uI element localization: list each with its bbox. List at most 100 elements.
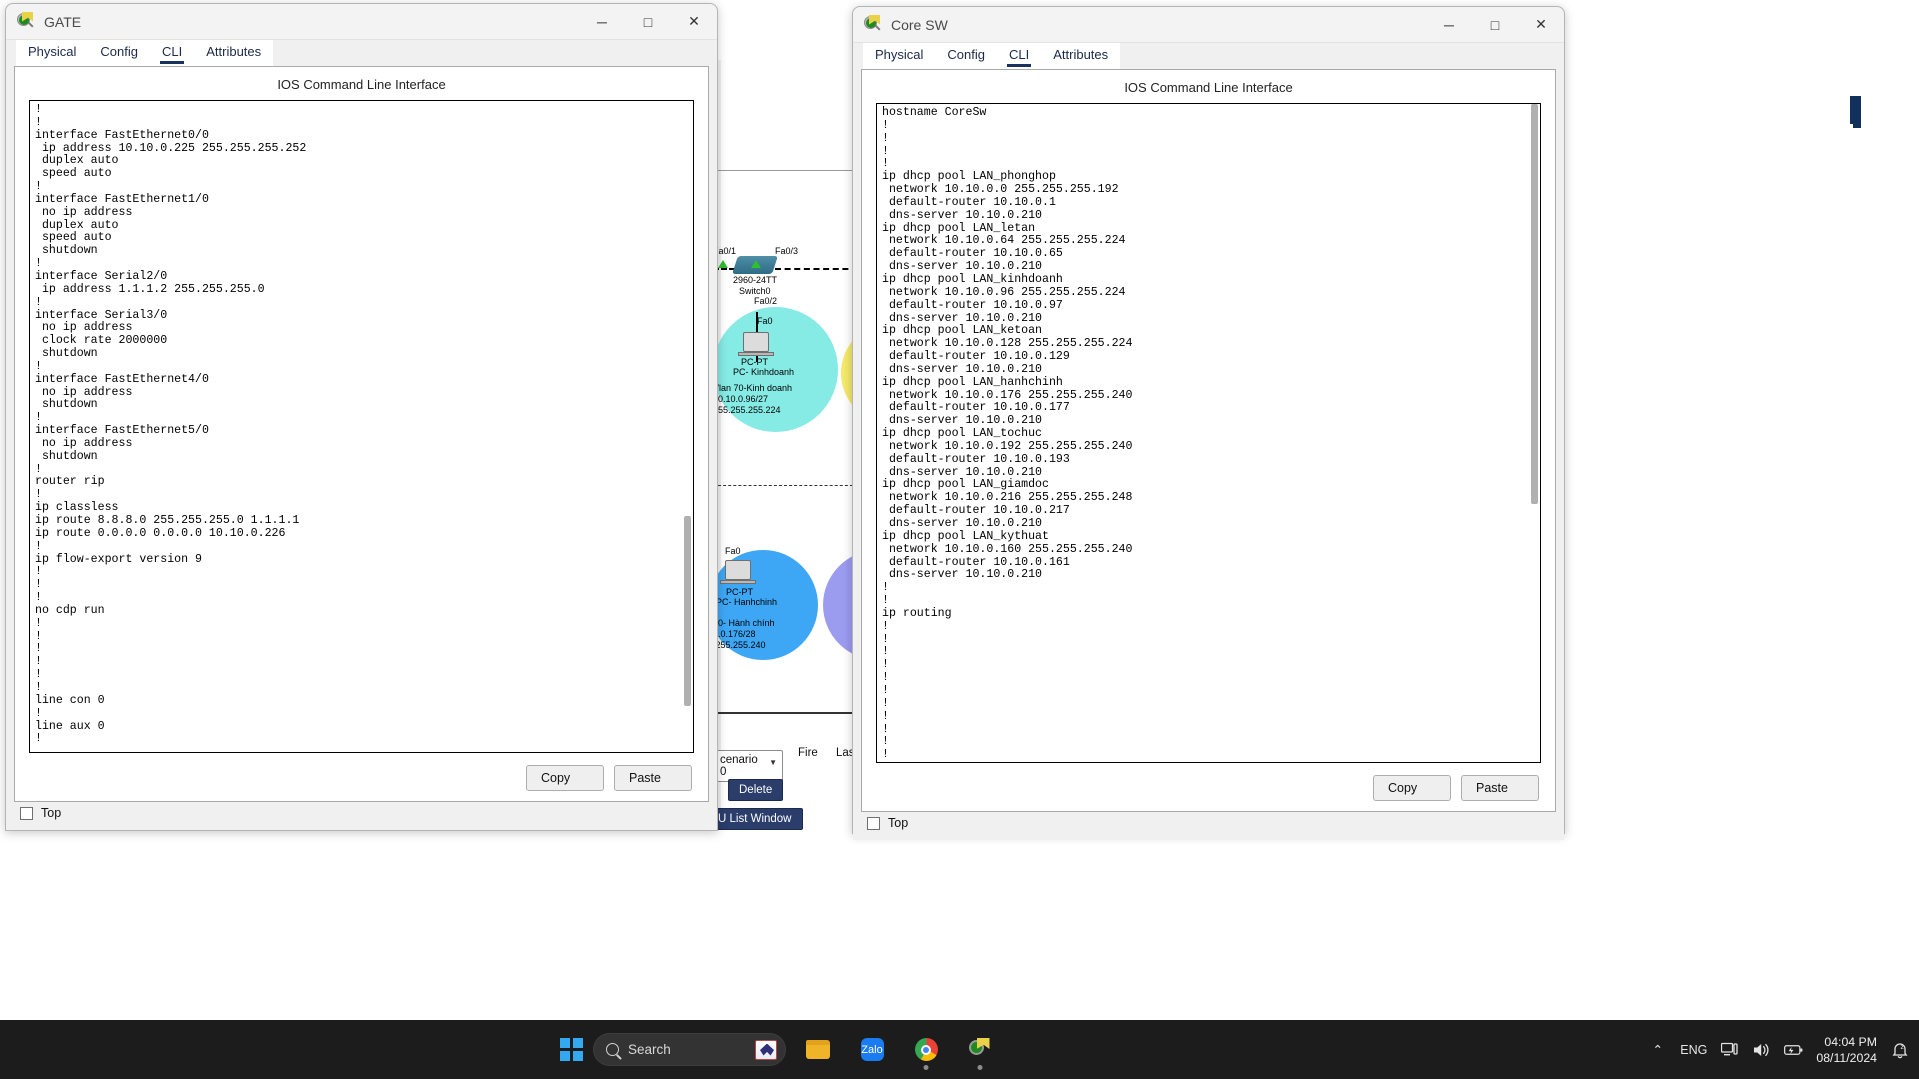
notification-bell-icon[interactable]: z: [1890, 1040, 1909, 1059]
minimize-button[interactable]: ─: [579, 4, 625, 40]
coresw-panel-title: IOS Command Line Interface: [1124, 80, 1293, 95]
workspace-divider-mid: [713, 485, 858, 486]
taskbar-center: Search Zalo: [560, 1020, 1002, 1079]
coresw-tabbar: Physical Config CLI Attributes: [853, 43, 1564, 69]
pc-hanhchinh-name: PC- Hanhchinh: [716, 597, 778, 607]
pc-hanhchinh-icon[interactable]: [725, 560, 751, 580]
battery-icon[interactable]: [1784, 1040, 1803, 1059]
pc-kinhdoanh-icon[interactable]: [743, 332, 769, 352]
top-checkbox[interactable]: [867, 816, 880, 830]
tab-physical[interactable]: Physical: [16, 40, 89, 66]
top-checkbox[interactable]: [20, 806, 33, 820]
maximize-button[interactable]: □: [625, 4, 671, 40]
taskbar-app-chrome[interactable]: [904, 1028, 948, 1072]
gate-title-bar[interactable]: GATE ─ □ ✕: [6, 4, 717, 40]
gate-cli-panel: IOS Command Line Interface ! ! interface…: [14, 66, 709, 802]
tab-cli[interactable]: CLI: [997, 43, 1042, 69]
chevron-up-icon[interactable]: ⌃: [1648, 1040, 1667, 1059]
windows-start-icon[interactable]: [560, 1038, 583, 1061]
tab-attributes-label: Attributes: [206, 44, 262, 59]
coresw-cli-panel: IOS Command Line Interface hostname Core…: [861, 69, 1556, 813]
workspace-divider-bottom: [713, 712, 858, 714]
scenario-select-value: cenario 0: [720, 754, 758, 778]
packet-tracer-icon: [968, 1038, 992, 1061]
app-running-indicator: [977, 1064, 983, 1070]
link-switch-right: [775, 268, 858, 270]
tab-config[interactable]: Config: [935, 43, 997, 69]
workspace-divider-top: [713, 170, 858, 171]
taskbar-clock[interactable]: 04:04 PM 08/11/2024: [1816, 1034, 1877, 1066]
link-status-led-2: [751, 260, 761, 268]
tab-cli[interactable]: CLI: [150, 40, 195, 66]
coresw-cli-text: hostname CoreSw ! ! ! ! ip dhcp pool LAN…: [882, 106, 1133, 762]
coresw-device-window[interactable]: Core SW ─ □ ✕ Physical Config CLI Attrib…: [852, 6, 1565, 841]
top-checkbox-label: Top: [41, 806, 62, 820]
taskbar-app-file-explorer[interactable]: [796, 1028, 840, 1072]
gate-tabbar: Physical Config CLI Attributes: [6, 40, 717, 66]
gate-terminal[interactable]: ! ! interface FastEthernet0/0 ip address…: [29, 100, 694, 753]
minimize-button[interactable]: ─: [1426, 7, 1472, 43]
top-checkbox-label: Top: [888, 816, 909, 831]
language-indicator[interactable]: ENG: [1680, 1043, 1707, 1057]
svg-text:z: z: [1900, 1044, 1904, 1051]
taskbar[interactable]: Search Zalo ⌃ ENG 04:04 PM 08/11/2024 z: [0, 1020, 1919, 1079]
delete-button[interactable]: Delete: [728, 779, 784, 801]
gate-terminal-scrollbar[interactable]: [682, 101, 693, 752]
port-label-fa02: Fa0/2: [754, 296, 778, 306]
list-window-button[interactable]: U List Window: [707, 808, 803, 830]
maximize-button[interactable]: □: [1472, 7, 1518, 43]
zalo-icon: Zalo: [860, 1038, 884, 1061]
close-button[interactable]: ✕: [1518, 7, 1564, 43]
clock-date: 08/11/2024: [1816, 1050, 1877, 1065]
annotation-vlan20: 20- Hành chính: [713, 618, 775, 628]
switch0-name-label: Switch0: [739, 286, 771, 296]
gate-scroll-thumb[interactable]: [684, 516, 691, 706]
scenario-select[interactable]: cenario 0 ▼: [713, 750, 783, 782]
clock-time: 04:04 PM: [1824, 1034, 1877, 1049]
coresw-window-controls: ─ □ ✕: [1426, 7, 1564, 43]
gate-cli-text: ! ! interface FastEthernet0/0 ip address…: [35, 103, 307, 746]
gate-window-controls: ─ □ ✕: [579, 4, 717, 40]
taskbar-app-packet-tracer[interactable]: [958, 1028, 1002, 1072]
gate-window-body: Physical Config CLI Attributes IOS Comma…: [6, 40, 717, 830]
paste-button[interactable]: Paste: [614, 765, 692, 791]
topology-region[interactable]: Fa0/1 Fa0/3 2960-24TT Switch0 Fa0/2 Fa0 …: [713, 60, 858, 830]
port-label-fa0-b: Fa0: [725, 546, 741, 556]
annotation-vlan70: Vlan 70-Kinh doanh: [713, 383, 793, 393]
paste-button[interactable]: Paste: [1461, 775, 1539, 802]
network-icon[interactable]: [1720, 1040, 1739, 1059]
coresw-scroll-thumb[interactable]: [1531, 104, 1538, 504]
gate-terminal-wrap: ! ! interface FastEthernet0/0 ip address…: [29, 100, 694, 753]
tab-physical[interactable]: Physical: [863, 43, 936, 69]
annotation-mask-hanhchinh: .255.255.240: [713, 640, 766, 650]
fire-label: Fire: [798, 747, 818, 759]
taskbar-tray: ⌃ ENG 04:04 PM 08/11/2024 z: [1648, 1020, 1909, 1079]
packet-tracer-icon: [863, 14, 883, 35]
annotation-net-hanhchinh: 0.0.176/28: [713, 629, 756, 639]
port-label-fa03: Fa0/3: [775, 246, 799, 256]
pc-kinhdoanh-name: PC- Kinhdoanh: [733, 367, 795, 377]
coresw-footer: Top: [853, 812, 1564, 840]
tab-attributes[interactable]: Attributes: [1041, 43, 1121, 69]
pc-hanhchinh-model: PC-PT: [726, 587, 753, 597]
gate-button-row: Copy Paste: [15, 753, 708, 801]
tab-config[interactable]: Config: [88, 40, 150, 66]
close-button[interactable]: ✕: [671, 4, 717, 40]
link-status-led-1: [718, 260, 728, 268]
annotation-net-kinhdoanh: 10.10.0.96/27: [713, 394, 769, 404]
tab-cli-label: CLI: [162, 44, 183, 59]
copy-button[interactable]: Copy: [526, 765, 604, 791]
tab-attributes[interactable]: Attributes: [194, 40, 274, 66]
volume-icon[interactable]: [1752, 1040, 1771, 1059]
tab-physical-label: Physical: [28, 44, 77, 59]
tab-cli-label: CLI: [1009, 47, 1030, 62]
coresw-title-bar[interactable]: Core SW ─ □ ✕: [853, 7, 1564, 43]
taskbar-search[interactable]: Search: [593, 1033, 786, 1066]
coresw-terminal-scrollbar[interactable]: [1529, 104, 1540, 763]
gate-panel-title: IOS Command Line Interface: [277, 77, 446, 92]
file-explorer-icon: [806, 1040, 830, 1059]
gate-device-window[interactable]: GATE ─ □ ✕ Physical Config CLI Attribute…: [5, 3, 718, 831]
coresw-terminal[interactable]: hostname CoreSw ! ! ! ! ip dhcp pool LAN…: [876, 103, 1541, 764]
taskbar-app-zalo[interactable]: Zalo: [850, 1028, 894, 1072]
copy-button[interactable]: Copy: [1373, 775, 1451, 802]
